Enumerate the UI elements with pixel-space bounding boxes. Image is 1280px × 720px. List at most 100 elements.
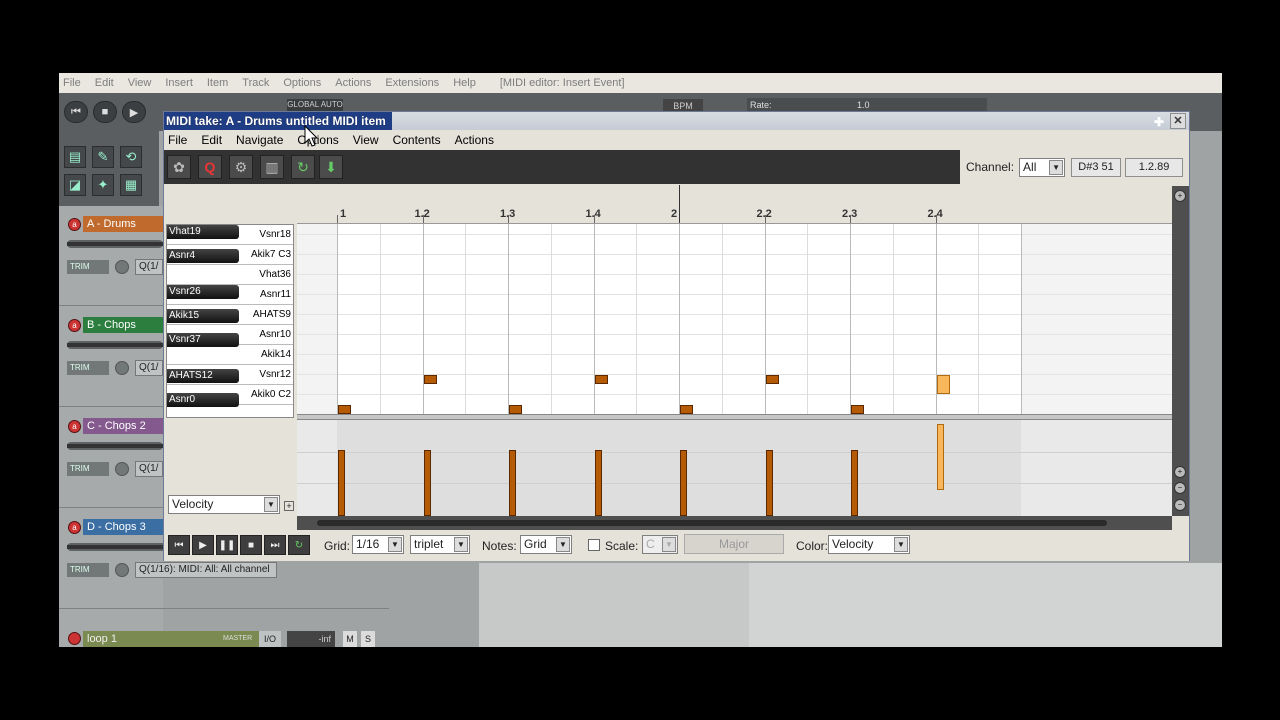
menu-help[interactable]: Help — [453, 77, 476, 89]
snap-icon[interactable]: ▦ — [120, 174, 142, 196]
midi-note[interactable] — [338, 405, 351, 414]
midi-note[interactable] — [509, 405, 522, 414]
velocity-bar[interactable] — [765, 450, 773, 516]
save-icon[interactable]: ⟲ — [120, 146, 142, 168]
global-auto-button[interactable]: GLOBAL AUTO — [287, 99, 343, 111]
midi-menu-contents[interactable]: Contents — [393, 133, 441, 147]
input-select[interactable]: Q(1/16): MIDI: All: All channel — [135, 562, 277, 578]
trim-button[interactable]: TRIM — [67, 563, 109, 577]
volume-fader[interactable] — [67, 442, 163, 450]
midi-note[interactable] — [851, 405, 864, 414]
pan-knob[interactable] — [115, 563, 129, 577]
menu-item[interactable]: Item — [207, 77, 228, 89]
new-project-icon[interactable]: ▤ — [64, 146, 86, 168]
play-button[interactable]: ▶ — [192, 535, 214, 555]
scale-checkbox[interactable] — [588, 539, 600, 551]
key-akik14[interactable]: Akik14 — [167, 345, 293, 365]
record-arm-button[interactable]: a — [68, 218, 81, 231]
go-start-button[interactable]: ⏮ — [168, 535, 190, 555]
pan-knob[interactable] — [115, 260, 129, 274]
midi-menu-view[interactable]: View — [353, 133, 379, 147]
record-arm-button[interactable]: a — [68, 521, 81, 534]
key-akik15[interactable]: Akik15 — [167, 309, 239, 323]
zoom-out-icon[interactable]: − — [1174, 482, 1186, 494]
midi-note[interactable] — [680, 405, 693, 414]
track-name[interactable]: C - Chops 2 — [83, 418, 163, 434]
stop-button[interactable]: ■ — [93, 101, 117, 123]
track-c-chops-2[interactable]: a C - Chops 2 TRIM Q(1/ — [59, 408, 163, 508]
snap-down-icon[interactable]: ⬇ — [319, 155, 343, 179]
stop-button[interactable]: ■ — [240, 535, 262, 555]
track-loop-1[interactable]: loop 1 MASTER I/O -inf M S — [59, 631, 1222, 647]
pause-button[interactable]: ❚❚ — [216, 535, 238, 555]
menu-edit[interactable]: Edit — [95, 77, 114, 89]
mute-button[interactable]: M — [343, 631, 357, 647]
repeat-button[interactable]: ↻ — [288, 535, 310, 555]
loop-icon[interactable]: ↻ — [291, 155, 315, 179]
zoom-in-icon[interactable]: + — [1174, 466, 1186, 478]
add-lane-icon[interactable]: + — [284, 501, 294, 511]
key-vhat19[interactable]: Vhat19 — [167, 225, 239, 239]
key-vsnr37[interactable]: Vsnr37 — [167, 333, 239, 347]
record-arm-button[interactable]: a — [68, 420, 81, 433]
timeline-ruler[interactable]: 1 1.2 1.3 1.4 2 2.2 2.3 2.4 — [297, 185, 1172, 224]
menu-extensions[interactable]: Extensions — [385, 77, 439, 89]
record-arm-button[interactable] — [68, 632, 81, 645]
volume-fader[interactable] — [67, 240, 163, 248]
horizontal-scrollbar[interactable] — [297, 516, 1172, 530]
midi-note[interactable] — [594, 375, 608, 384]
drum-mode-icon[interactable]: ✿ — [167, 155, 191, 179]
volume-fader[interactable] — [67, 341, 163, 349]
quantize-icon[interactable]: Q — [198, 155, 222, 179]
velocity-bar[interactable] — [338, 450, 345, 516]
velocity-bar[interactable] — [423, 450, 431, 516]
velocity-bar[interactable] — [680, 450, 687, 516]
velocity-bar[interactable] — [936, 424, 944, 490]
go-end-button[interactable]: ⏭ — [264, 535, 286, 555]
velocity-bar[interactable] — [509, 450, 516, 516]
midi-note[interactable] — [765, 375, 779, 384]
open-project-icon[interactable]: ✎ — [92, 146, 114, 168]
scale-root-select[interactable]: C ▼ — [642, 535, 678, 554]
rate-display[interactable]: Rate: 1.0 — [747, 98, 987, 112]
grid-type-select[interactable]: triplet ▼ — [410, 535, 470, 554]
trim-button[interactable]: TRIM — [67, 260, 109, 274]
input-select[interactable]: Q(1/ — [135, 259, 163, 275]
menu-file[interactable]: File — [63, 77, 81, 89]
track-a-drums[interactable]: a A - Drums TRIM Q(1/ — [59, 206, 163, 306]
key-asnr4[interactable]: Asnr4 — [167, 249, 239, 263]
track-name[interactable]: A - Drums — [83, 216, 163, 232]
midi-menu-actions[interactable]: Actions — [455, 133, 494, 147]
midi-note-selected[interactable] — [936, 375, 950, 394]
grid-icon[interactable]: ◪ — [64, 174, 86, 196]
velocity-bar[interactable] — [851, 450, 858, 516]
midi-menu-navigate[interactable]: Navigate — [236, 133, 283, 147]
input-select[interactable]: Q(1/ — [135, 360, 163, 376]
pin-icon[interactable]: ✚ — [1151, 113, 1167, 129]
trim-button[interactable]: TRIM — [67, 361, 109, 375]
channel-select[interactable]: All ▼ — [1019, 157, 1066, 177]
record-arm-button[interactable]: a — [68, 319, 81, 332]
track-name[interactable]: B - Chops — [83, 317, 163, 333]
track-b-chops[interactable]: a B - Chops TRIM Q(1/ — [59, 307, 163, 407]
zoom-in-icon[interactable]: + — [1174, 190, 1186, 202]
io-button[interactable]: I/O — [259, 631, 281, 647]
menu-view[interactable]: View — [128, 77, 152, 89]
piano-roll[interactable] — [297, 224, 1172, 414]
ripple-icon[interactable]: ✦ — [92, 174, 114, 196]
track-name[interactable]: D - Chops 3 — [83, 519, 163, 535]
solo-button[interactable]: S — [361, 631, 375, 647]
close-button[interactable]: ✕ — [1170, 113, 1186, 129]
play-button[interactable]: ▶ — [122, 101, 146, 123]
scale-type-button[interactable]: Major — [684, 534, 784, 554]
drum-keyboard[interactable]: Vsnr18 Akik7 C3 Vhat36 Asnr11 AHATS9 Asn… — [166, 224, 294, 418]
menu-options[interactable]: Options — [283, 77, 321, 89]
menu-track[interactable]: Track — [242, 77, 269, 89]
midi-menu-file[interactable]: File — [168, 133, 187, 147]
velocity-lane[interactable] — [297, 420, 1172, 516]
key-vsnr26[interactable]: Vsnr26 — [167, 285, 239, 299]
pan-knob[interactable] — [115, 462, 129, 476]
midi-menu-edit[interactable]: Edit — [201, 133, 222, 147]
trim-button[interactable]: TRIM — [67, 462, 109, 476]
piano-roll-icon[interactable]: ▥ — [260, 155, 284, 179]
